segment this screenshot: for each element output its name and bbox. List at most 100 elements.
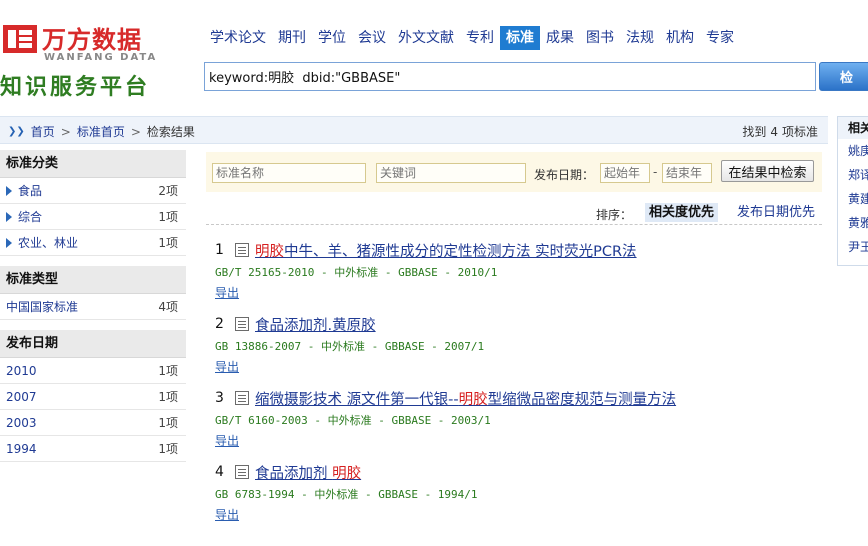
- result-number: 4: [215, 464, 224, 480]
- result-meta: GB/T 6160-2003 - 中外标准 - GBBASE - 2003/1: [215, 414, 491, 427]
- double-chevron-icon: ❯❯: [8, 126, 25, 137]
- nav-tab-6[interactable]: 标准: [500, 26, 540, 50]
- result-meta: GB/T 25165-2010 - 中外标准 - GBBASE - 2010/1: [215, 266, 498, 279]
- result-count-suffix: 项标准: [781, 125, 818, 139]
- related-author-link[interactable]: 黄雅: [838, 211, 868, 235]
- title-text: 中牛、羊、猪源性成分的定性检测方法 实时荧光PCR法: [284, 243, 637, 260]
- breadcrumb: ❯❯ 首页 > 标准首页 > 检索结果: [8, 123, 195, 140]
- facet-label[interactable]: 1994: [6, 442, 37, 456]
- keyword-input[interactable]: [376, 163, 526, 183]
- result-title-link[interactable]: 食品添加剂.黄原胶: [255, 314, 376, 335]
- result-item: 4 食品添加剂 明胶 GB 6783-1994 - 中外标准 - GBBASE - …: [215, 462, 815, 523]
- wanfang-logo-icon: [3, 25, 37, 53]
- sort-date-option[interactable]: 发布日期优先: [733, 203, 819, 222]
- sidebar-section-title: 发布日期: [0, 330, 186, 358]
- facet-label[interactable]: 综合: [6, 208, 42, 225]
- result-number: 2: [215, 316, 224, 332]
- related-author-link[interactable]: 姚庚: [838, 139, 868, 163]
- nav-tab-1[interactable]: 期刊: [272, 26, 312, 50]
- result-title-row: 3 缩微摄影技术 源文件第一代银--明胶型缩微品密度规范与测量方法: [215, 388, 815, 408]
- sidebar-facet-item[interactable]: 中国国家标准 4项: [0, 294, 186, 320]
- facet-label[interactable]: 2010: [6, 364, 37, 378]
- search-within-results-button[interactable]: 在结果中检索: [721, 160, 814, 182]
- export-link[interactable]: 导出: [215, 358, 239, 375]
- facet-label[interactable]: 中国国家标准: [6, 298, 78, 315]
- sidebar-facet-item[interactable]: 2007 1项: [0, 384, 186, 410]
- document-icon: [235, 465, 249, 479]
- result-meta: GB 13886-2007 - 中外标准 - GBBASE - 2007/1: [215, 340, 485, 353]
- related-author-link[interactable]: 郑译: [838, 163, 868, 187]
- nav-tab-3[interactable]: 会议: [352, 26, 392, 50]
- result-title-row: 4 食品添加剂 明胶: [215, 462, 815, 482]
- nav-tab-4[interactable]: 外文文献: [392, 26, 460, 50]
- search-button[interactable]: 检 索: [819, 62, 868, 91]
- related-author-link[interactable]: 黄建: [838, 187, 868, 211]
- sidebar-facet-item[interactable]: 农业、林业 1项: [0, 230, 186, 256]
- nav-tab-8[interactable]: 图书: [580, 26, 620, 50]
- result-meta: GB 6783-1994 - 中外标准 - GBBASE - 1994/1: [215, 488, 478, 501]
- nav-tab-7[interactable]: 成果: [540, 26, 580, 50]
- export-link[interactable]: 导出: [215, 284, 239, 301]
- result-title-row: 2 食品添加剂.黄原胶: [215, 314, 815, 334]
- breadcrumb-standards-link[interactable]: 标准首页: [77, 123, 125, 140]
- sidebar-facet-item[interactable]: 2003 1项: [0, 410, 186, 436]
- facet-label-text: 中国国家标准: [6, 300, 79, 314]
- search-input[interactable]: [204, 62, 816, 91]
- nav-tab-9[interactable]: 法规: [620, 26, 660, 50]
- sidebar-facet-item[interactable]: 综合 1项: [0, 204, 186, 230]
- expand-triangle-icon[interactable]: [6, 185, 12, 196]
- title-text: 型缩微品密度规范与测量方法: [487, 391, 677, 408]
- nav-tab-2[interactable]: 学位: [312, 26, 352, 50]
- nav-tab-11[interactable]: 专家: [700, 26, 740, 50]
- breadcrumb-home-link[interactable]: 首页: [31, 123, 55, 140]
- related-panel-title: 相关: [838, 117, 868, 139]
- logo[interactable]: 万方数据 WANFANG DATA 知识服务平台: [0, 20, 190, 100]
- facet-label-text: 食品: [18, 184, 43, 198]
- facet-label[interactable]: 农业、林业: [6, 234, 78, 251]
- facet-label[interactable]: 2007: [6, 390, 37, 404]
- title-text: 食品添加剂: [255, 465, 333, 482]
- facet-count: 1项: [158, 236, 178, 250]
- sort-bar: 排序： 相关度优先 发布日期优先: [206, 201, 822, 225]
- title-highlight: 明胶: [332, 465, 362, 482]
- document-icon: [235, 243, 249, 257]
- result-title-link[interactable]: 缩微摄影技术 源文件第一代银--明胶型缩微品密度规范与测量方法: [255, 388, 676, 409]
- result-title-link[interactable]: 食品添加剂 明胶: [255, 462, 361, 483]
- sidebar-facet-item[interactable]: 2010 1项: [0, 358, 186, 384]
- related-author-link[interactable]: 尹王: [838, 235, 868, 259]
- sort-relevance-option[interactable]: 相关度优先: [645, 203, 719, 222]
- facet-count: 2项: [158, 184, 178, 198]
- result-title-link[interactable]: 明胶中牛、羊、猪源性成分的定性检测方法 实时荧光PCR法: [255, 240, 637, 261]
- result-count: 找到 4 项标准: [742, 123, 818, 140]
- export-link[interactable]: 导出: [215, 506, 239, 523]
- facet-count: 1项: [158, 210, 178, 224]
- sidebar-facet-item[interactable]: 食品 2项: [0, 178, 186, 204]
- logo-brand-cn: 万方数据: [42, 26, 142, 54]
- result-title-row: 1 明胶中牛、羊、猪源性成分的定性检测方法 实时荧光PCR法: [215, 240, 815, 260]
- title-highlight: 明胶: [458, 391, 488, 408]
- expand-triangle-icon[interactable]: [6, 211, 12, 222]
- facet-count: 1项: [158, 390, 178, 404]
- standard-name-input[interactable]: [212, 163, 366, 183]
- facet-label[interactable]: 食品: [6, 182, 42, 199]
- expand-triangle-icon[interactable]: [6, 237, 12, 248]
- result-number: 1: [215, 242, 224, 258]
- result-item: 1 明胶中牛、羊、猪源性成分的定性检测方法 实时荧光PCR法 GB/T 25165-…: [215, 240, 815, 301]
- end-year-input[interactable]: [662, 163, 712, 183]
- facet-label-text: 农业、林业: [18, 236, 79, 250]
- facet-label[interactable]: 2003: [6, 416, 37, 430]
- result-item: 3 缩微摄影技术 源文件第一代银--明胶型缩微品密度规范与测量方法 GB/T 616…: [215, 388, 815, 449]
- top-nav: 学术论文 期刊 学位 会议 外文文献 专利 标准 成果 图书 法规 机构 专家: [204, 26, 740, 50]
- document-icon: [235, 391, 249, 405]
- nav-tab-0[interactable]: 学术论文: [204, 26, 272, 50]
- sidebar-section-title: 标准类型: [0, 266, 186, 294]
- facet-count: 4项: [158, 300, 178, 314]
- title-highlight: 明胶: [255, 243, 284, 260]
- export-link[interactable]: 导出: [215, 432, 239, 449]
- nav-tab-10[interactable]: 机构: [660, 26, 700, 50]
- sidebar-facet-item[interactable]: 1994 1项: [0, 436, 186, 462]
- nav-tab-5[interactable]: 专利: [460, 26, 500, 50]
- start-year-input[interactable]: [600, 163, 650, 183]
